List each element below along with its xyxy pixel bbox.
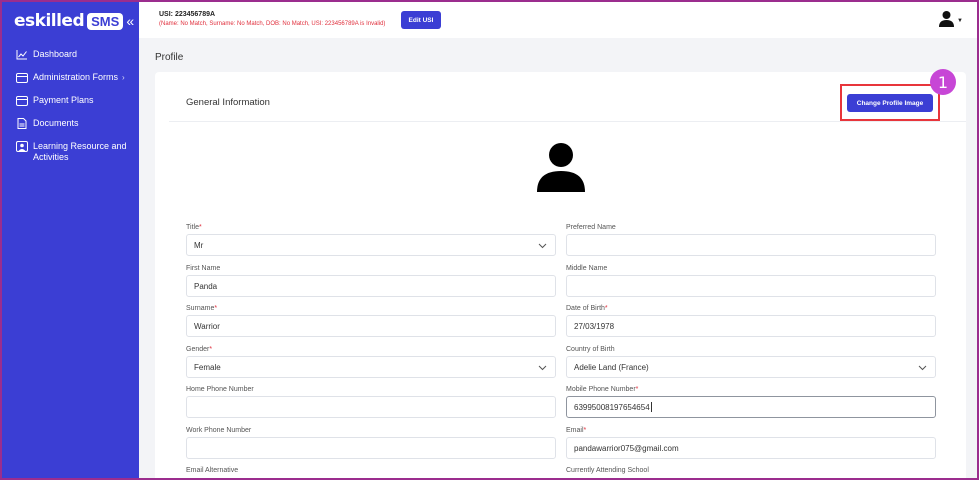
logo-text: eskilled bbox=[14, 11, 85, 31]
step-badge: 1 bbox=[930, 69, 956, 95]
dob-value: 27/03/1978 bbox=[574, 321, 615, 331]
email-field: Email* pandawarrior075@gmail.com bbox=[566, 426, 936, 459]
sidebar-item-documents[interactable]: Documents bbox=[2, 115, 139, 132]
gender-field: Gender* Female bbox=[186, 345, 556, 378]
mobile-phone-value: 63995008197654654 bbox=[574, 402, 650, 412]
email-label: Email bbox=[566, 427, 584, 434]
chevron-down-icon bbox=[538, 364, 547, 373]
edit-usi-button[interactable]: Edit USI bbox=[401, 11, 441, 29]
sidebar: eskilled SMS « Dashboard Administration … bbox=[2, 2, 139, 478]
app-window: eskilled SMS « Dashboard Administration … bbox=[0, 0, 979, 480]
surname-value: Warrior bbox=[194, 321, 220, 331]
usi-number: USI: 223456789A bbox=[159, 11, 216, 18]
sidebar-collapse-button[interactable]: « bbox=[126, 13, 134, 29]
chevron-down-icon bbox=[538, 242, 547, 251]
home-phone-field: Home Phone Number bbox=[186, 385, 556, 418]
sidebar-item-label: Dashboard bbox=[33, 49, 78, 59]
email-input[interactable]: pandawarrior075@gmail.com bbox=[566, 437, 936, 459]
country-of-birth-value: Adelie Land (France) bbox=[574, 362, 649, 372]
caret-down-icon: ▼ bbox=[957, 18, 963, 24]
text-cursor bbox=[650, 402, 652, 412]
country-of-birth-field: Country of Birth Adelie Land (France) bbox=[566, 345, 936, 378]
document-icon bbox=[16, 118, 28, 129]
title-select[interactable]: Mr bbox=[186, 234, 556, 256]
surname-label: Surname bbox=[186, 305, 215, 312]
logo: eskilled SMS « bbox=[14, 10, 134, 32]
user-menu[interactable]: ▼ bbox=[938, 10, 963, 32]
card-icon bbox=[16, 95, 28, 106]
title-value: Mr bbox=[194, 240, 204, 250]
sidebar-nav: Dashboard Administration Forms › Payment… bbox=[2, 46, 139, 172]
email-alternative-label: Email Alternative bbox=[186, 467, 239, 474]
surname-input[interactable]: Warrior bbox=[186, 315, 556, 337]
dob-label: Date of Birth bbox=[566, 305, 605, 312]
top-bar: USI: 223456789A (Name: No Match, Surname… bbox=[139, 2, 977, 38]
sidebar-item-label: Payment Plans bbox=[33, 95, 94, 105]
required-marker: * bbox=[583, 427, 587, 434]
required-marker: * bbox=[635, 386, 639, 393]
sidebar-item-administration-forms[interactable]: Administration Forms › bbox=[2, 69, 139, 86]
user-screen-icon bbox=[16, 141, 28, 152]
usi-status-message: (Name: No Match, Surname: No Match, DOB:… bbox=[159, 21, 386, 27]
title-label: Title bbox=[186, 224, 199, 231]
dob-field: Date of Birth* 27/03/1978 bbox=[566, 304, 936, 337]
title-field: Title* Mr bbox=[186, 223, 556, 256]
first-name-value: Panda bbox=[194, 281, 218, 291]
mobile-phone-field: Mobile Phone Number* 63995008197654654 bbox=[566, 385, 936, 418]
gender-label: Gender bbox=[186, 346, 210, 353]
work-phone-input[interactable] bbox=[186, 437, 556, 459]
chevron-right-icon: › bbox=[122, 73, 125, 82]
gender-value: Female bbox=[194, 362, 221, 372]
user-avatar-icon bbox=[938, 10, 955, 32]
sidebar-item-label: Learning Resource and Activities bbox=[33, 141, 127, 162]
page-title: Profile bbox=[155, 52, 184, 63]
middle-name-label: Middle Name bbox=[566, 265, 608, 272]
preferred-name-field: Preferred Name bbox=[566, 223, 936, 256]
gender-select[interactable]: Female bbox=[186, 356, 556, 378]
card-icon bbox=[16, 72, 28, 83]
card-header: General Information Change Profile Image… bbox=[155, 69, 966, 122]
mobile-phone-label: Mobile Phone Number bbox=[566, 386, 636, 393]
required-marker: * bbox=[604, 305, 608, 312]
work-phone-label: Work Phone Number bbox=[186, 427, 252, 434]
middle-name-field: Middle Name bbox=[566, 264, 936, 297]
profile-avatar-icon bbox=[535, 142, 587, 197]
email-alternative-field: Email Alternative bbox=[186, 466, 238, 476]
divider bbox=[169, 121, 966, 122]
surname-field: Surname* Warrior bbox=[186, 304, 556, 337]
chevron-down-icon bbox=[918, 364, 927, 373]
first-name-field: First Name Panda bbox=[186, 264, 556, 297]
country-of-birth-label: Country of Birth bbox=[566, 346, 615, 353]
sidebar-item-dashboard[interactable]: Dashboard bbox=[2, 46, 139, 63]
sidebar-item-label: Documents bbox=[33, 118, 79, 128]
attending-school-field: Currently Attending School bbox=[566, 466, 649, 476]
logo-badge: SMS bbox=[87, 12, 124, 30]
preferred-name-input[interactable] bbox=[566, 234, 936, 256]
required-marker: * bbox=[209, 346, 213, 353]
first-name-input[interactable]: Panda bbox=[186, 275, 556, 297]
required-marker: * bbox=[214, 305, 218, 312]
dob-input[interactable]: 27/03/1978 bbox=[566, 315, 936, 337]
country-of-birth-select[interactable]: Adelie Land (France) bbox=[566, 356, 936, 378]
sidebar-item-learning-resources[interactable]: Learning Resource and Activities bbox=[2, 138, 139, 166]
chart-line-icon bbox=[16, 49, 28, 60]
change-profile-image-button[interactable]: Change Profile Image bbox=[847, 94, 933, 112]
attending-school-label: Currently Attending School bbox=[566, 467, 649, 474]
preferred-name-label: Preferred Name bbox=[566, 224, 616, 231]
home-phone-input[interactable] bbox=[186, 396, 556, 418]
work-phone-field: Work Phone Number bbox=[186, 426, 556, 459]
general-info-card: General Information Change Profile Image… bbox=[155, 69, 966, 478]
middle-name-input[interactable] bbox=[566, 275, 936, 297]
sidebar-item-payment-plans[interactable]: Payment Plans bbox=[2, 92, 139, 109]
home-phone-label: Home Phone Number bbox=[186, 386, 254, 393]
required-marker: * bbox=[198, 224, 202, 231]
mobile-phone-input[interactable]: 63995008197654654 bbox=[566, 396, 936, 418]
first-name-label: First Name bbox=[186, 265, 221, 272]
sidebar-item-label: Administration Forms bbox=[33, 72, 119, 82]
email-value: pandawarrior075@gmail.com bbox=[574, 443, 679, 453]
card-title: General Information bbox=[186, 97, 270, 108]
